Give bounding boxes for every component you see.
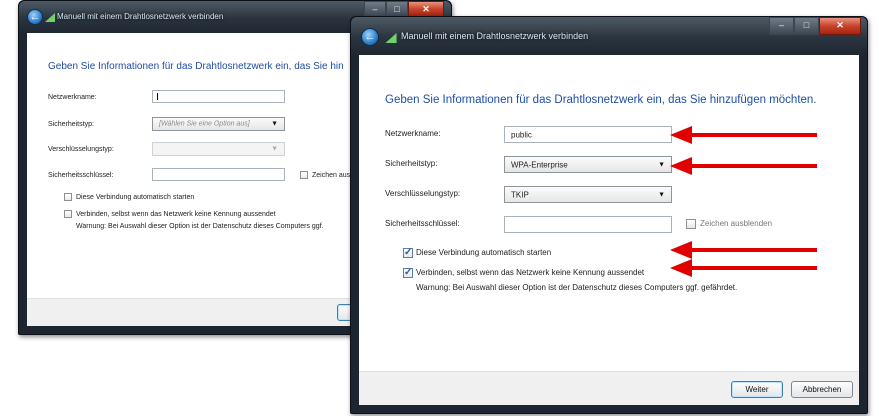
auto-start-checkbox[interactable] — [64, 193, 72, 201]
encryption-type-label: Verschlüsselungstyp: — [385, 189, 461, 198]
chevron-down-icon: ▼ — [271, 145, 278, 153]
front-dialog-client: Geben Sie Informationen für das Drahtlos… — [359, 55, 859, 405]
warning-text: Warnung: Bei Auswahl dieser Option ist d… — [416, 283, 738, 292]
security-key-label: Sicherheitsschlüssel: — [48, 172, 114, 179]
minimize-icon[interactable]: – — [769, 17, 794, 35]
chevron-down-icon: ▼ — [658, 191, 665, 198]
wifi-signal-icon — [45, 13, 55, 22]
security-type-label: Sicherheitstyp: — [48, 121, 94, 128]
close-icon[interactable]: ✕ — [819, 17, 861, 35]
hidden-connect-checkbox[interactable]: ✓ — [403, 267, 413, 278]
auto-start-label: Diese Verbindung automatisch starten — [416, 248, 552, 257]
checkmark-icon: ✓ — [404, 267, 413, 278]
warning-text: Warnung: Bei Auswahl dieser Option ist d… — [76, 223, 324, 230]
security-type-select[interactable]: WPA-Enterprise ▼ — [504, 156, 672, 173]
front-dialog-window: ← Manuell mit einem Drahtlosnetzwerk ver… — [350, 16, 868, 414]
back-arrow-icon[interactable]: ← — [361, 28, 379, 46]
text-caret — [157, 93, 158, 100]
checkmark-icon: ✓ — [404, 247, 413, 258]
wifi-signal-icon — [385, 33, 397, 43]
hide-chars-checkbox[interactable] — [300, 171, 308, 179]
hide-chars-label: Zeichen aus — [312, 172, 351, 179]
network-name-input[interactable] — [152, 90, 285, 103]
encryption-type-select[interactable]: ▼ — [152, 142, 285, 156]
maximize-icon[interactable]: □ — [386, 1, 408, 17]
security-key-input[interactable] — [152, 168, 285, 181]
security-key-input[interactable] — [504, 216, 672, 233]
security-type-label: Sicherheitstyp: — [385, 159, 438, 168]
back-dialog-title: Manuell mit einem Drahtlosnetzwerk verbi… — [57, 12, 224, 21]
hidden-connect-label: Verbinden, selbst wenn das Netzwerk kein… — [76, 211, 276, 218]
security-key-label: Sicherheitsschlüssel: — [385, 219, 460, 228]
front-caption-buttons: – □ ✕ — [769, 17, 861, 35]
front-dialog-heading: Geben Sie Informationen für das Drahtlos… — [385, 94, 817, 106]
network-name-label: Netzwerkname: — [48, 94, 97, 101]
encryption-type-select[interactable]: TKIP ▼ — [504, 186, 672, 203]
cancel-button[interactable]: Abbrechen — [791, 381, 853, 398]
security-type-select[interactable]: [Wählen Sie eine Option aus] ▼ — [152, 117, 285, 131]
hide-chars-checkbox[interactable] — [686, 219, 696, 229]
auto-start-label: Diese Verbindung automatisch starten — [76, 194, 195, 201]
minimize-icon[interactable]: – — [364, 1, 386, 17]
auto-start-checkbox[interactable]: ✓ — [403, 247, 413, 258]
encryption-type-label: Verschlüsselungstyp: — [48, 146, 114, 153]
back-caption-buttons: – □ ✕ — [364, 1, 444, 17]
hidden-connect-checkbox[interactable] — [64, 210, 72, 218]
front-dialog-footer: Weiter Abbrechen — [359, 371, 859, 405]
network-name-label: Netzwerkname: — [385, 129, 441, 138]
hidden-connect-label: Verbinden, selbst wenn das Netzwerk kein… — [416, 268, 645, 277]
hide-chars-label: Zeichen ausblenden — [700, 219, 773, 228]
back-dialog-heading: Geben Sie Informationen für das Drahtlos… — [48, 61, 344, 72]
maximize-icon[interactable]: □ — [794, 17, 819, 35]
front-dialog-titlebar: ← Manuell mit einem Drahtlosnetzwerk ver… — [351, 17, 867, 55]
chevron-down-icon: ▼ — [658, 161, 665, 168]
back-arrow-icon[interactable]: ← — [27, 9, 43, 25]
front-dialog-title: Manuell mit einem Drahtlosnetzwerk verbi… — [401, 31, 589, 41]
chevron-down-icon: ▼ — [271, 120, 278, 128]
network-name-input[interactable]: public — [504, 126, 672, 143]
next-button[interactable]: Weiter — [731, 381, 783, 398]
close-icon[interactable]: ✕ — [408, 1, 444, 17]
